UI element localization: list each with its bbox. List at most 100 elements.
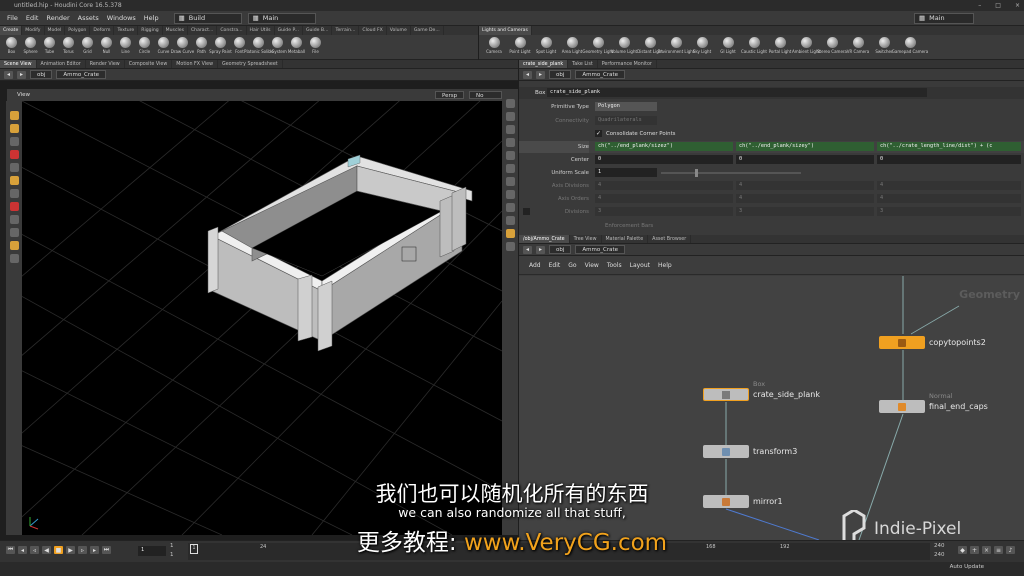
tool-tube[interactable]: Tube <box>40 37 59 55</box>
home-view-icon[interactable] <box>505 99 515 108</box>
back-icon[interactable]: ◂ <box>523 70 532 79</box>
shelf-tab-charact[interactable]: Charact... <box>188 26 218 35</box>
menu-render[interactable]: Render <box>45 14 70 22</box>
tool-draw-curve[interactable]: Draw Curve <box>171 37 194 55</box>
template-icon[interactable] <box>505 190 515 199</box>
shelf-tab-hair-utils[interactable]: Hair Utils <box>247 26 275 35</box>
tool-ambient-light[interactable]: Ambient Light <box>792 37 820 55</box>
persp-menu[interactable]: Persp <box>435 91 465 99</box>
auto-update-button[interactable]: Auto Update <box>950 564 984 570</box>
node-transform3[interactable] <box>703 445 749 458</box>
ghost-icon[interactable] <box>505 203 515 212</box>
path-node[interactable]: Ammo_Crate <box>575 245 625 254</box>
node-final-end-caps[interactable] <box>879 400 925 413</box>
node-name-field[interactable]: crate_side_plank <box>547 88 927 97</box>
tool-torus[interactable]: Torus <box>59 37 78 55</box>
tool-platonic-solids[interactable]: Platonic Solids <box>244 37 273 55</box>
center-z-field[interactable]: 0 <box>877 155 1021 164</box>
tool-grid[interactable]: Grid <box>78 37 97 55</box>
net-menu-edit[interactable]: Edit <box>549 262 561 269</box>
size-x-field[interactable]: ch("../end_plank/sizez") <box>595 142 733 151</box>
tool-volume-light[interactable]: Volume Light <box>611 37 637 55</box>
tool-circle[interactable]: Circle <box>135 37 154 55</box>
shelf-tab-terrain[interactable]: Terrain... <box>332 26 360 35</box>
tool-gamepad-camera[interactable]: Gamepad Camera <box>892 37 928 55</box>
3d-viewport[interactable] <box>22 101 502 535</box>
tool-spot-light[interactable]: Spot Light <box>533 37 559 55</box>
net-menu-help[interactable]: Help <box>658 262 672 269</box>
tab-material-palette[interactable]: Material Palette <box>602 235 649 243</box>
move-tool-icon[interactable] <box>9 124 19 133</box>
consolidate-checkbox[interactable]: ✓ <box>595 130 602 137</box>
uniform-scale-slider[interactable] <box>661 172 801 174</box>
main-desktop-select[interactable]: ▦ Main <box>247 12 316 24</box>
shelf-tab-deform[interactable]: Deform <box>90 26 115 35</box>
magnet-icon[interactable] <box>9 202 19 211</box>
tab-performance-monitor[interactable]: Performance Monitor <box>598 60 657 68</box>
tool-area-light[interactable]: Area Light <box>559 37 585 55</box>
path-obj[interactable]: obj <box>30 70 53 79</box>
rotate-tool-icon[interactable] <box>9 137 19 146</box>
tab-take-list[interactable]: Take List <box>568 60 598 68</box>
shelf-tab-create[interactable]: Create <box>0 26 23 35</box>
tool-portal-light[interactable]: Portal Light <box>767 37 793 55</box>
tool-point-light[interactable]: Point Light <box>507 37 533 55</box>
tool-path[interactable]: Path <box>192 37 211 55</box>
build-desktop-select[interactable]: ▦ Build <box>173 12 242 24</box>
tool-spray-paint[interactable]: Spray Paint <box>209 37 232 55</box>
select-tool-icon[interactable] <box>9 111 19 120</box>
shelf-tab-rigging[interactable]: Rigging <box>138 26 163 35</box>
tool-geometry-light[interactable]: Geometry Light <box>582 37 614 55</box>
tab-motion-fx-view[interactable]: Motion FX View <box>172 60 218 68</box>
tool-l-system[interactable]: L-System <box>268 37 287 55</box>
tool-vr-camera[interactable]: VR Camera <box>845 37 871 55</box>
display-icon[interactable] <box>9 254 19 263</box>
camera-lock-icon[interactable] <box>505 229 515 238</box>
shading-icon[interactable] <box>505 112 515 121</box>
points-icon[interactable] <box>505 151 515 160</box>
forward-icon[interactable]: ▸ <box>536 70 545 79</box>
slider-handle[interactable] <box>695 169 698 177</box>
path-node[interactable]: Ammo_Crate <box>575 70 625 79</box>
shelf-tab-cloud-fx[interactable]: Cloud FX <box>359 26 387 35</box>
net-menu-tools[interactable]: Tools <box>607 262 622 269</box>
net-menu-add[interactable]: Add <box>529 262 541 269</box>
size-z-field[interactable]: ch("../crate_length_line/dist") + (c <box>877 142 1021 151</box>
shelf-tab-model[interactable]: Model <box>45 26 66 35</box>
path-node[interactable]: Ammo_Crate <box>56 70 106 79</box>
shelf-tab-guide-b[interactable]: Guide B... <box>303 26 333 35</box>
tool-null[interactable]: Null <box>97 37 116 55</box>
shelf-tab-constra[interactable]: Constra... <box>217 26 247 35</box>
tab-tree-view[interactable]: Tree View <box>570 235 602 243</box>
lighting-icon[interactable] <box>505 138 515 147</box>
shelf-tab-texture[interactable]: Texture <box>114 26 139 35</box>
uv-icon[interactable] <box>505 177 515 186</box>
back-icon[interactable]: ◂ <box>4 70 13 79</box>
connectivity-select[interactable]: Quadrilaterals <box>595 116 657 125</box>
uniform-scale-field[interactable]: 1 <box>595 168 657 177</box>
tab-crate-side-plank[interactable]: crate_side_plank <box>519 60 569 68</box>
back-icon[interactable]: ◂ <box>523 245 532 254</box>
shelf-tab-modify[interactable]: Modify <box>22 26 45 35</box>
primitive-type-select[interactable]: Polygon <box>595 102 657 111</box>
shelf-tab-lights-cameras[interactable]: Lights and Cameras <box>479 26 532 35</box>
wireframe-icon[interactable] <box>505 125 515 134</box>
forward-icon[interactable]: ▸ <box>17 70 26 79</box>
net-menu-layout[interactable]: Layout <box>630 262 650 269</box>
path-obj[interactable]: obj <box>549 245 572 254</box>
tab-composite-view[interactable]: Composite View <box>125 60 173 68</box>
normals-icon[interactable] <box>505 164 515 173</box>
menu-file[interactable]: File <box>6 14 19 22</box>
grid-toggle-icon[interactable] <box>505 216 515 225</box>
tab-geometry-spreadsheet[interactable]: Geometry Spreadsheet <box>218 60 283 68</box>
menu-assets[interactable]: Assets <box>77 14 100 22</box>
tool-stereo-camera[interactable]: Stereo Camera <box>817 37 847 55</box>
menu-help[interactable]: Help <box>143 14 160 22</box>
net-menu-go[interactable]: Go <box>568 262 576 269</box>
tool-line[interactable]: Line <box>116 37 135 55</box>
shelf-tab-game-de[interactable]: Game De... <box>411 26 444 35</box>
shelf-tab-guide-p[interactable]: Guide P... <box>275 26 303 35</box>
camera-menu[interactable]: No cam <box>469 91 502 107</box>
net-menu-view[interactable]: View <box>585 262 599 269</box>
view-tool-icon[interactable] <box>9 189 19 198</box>
